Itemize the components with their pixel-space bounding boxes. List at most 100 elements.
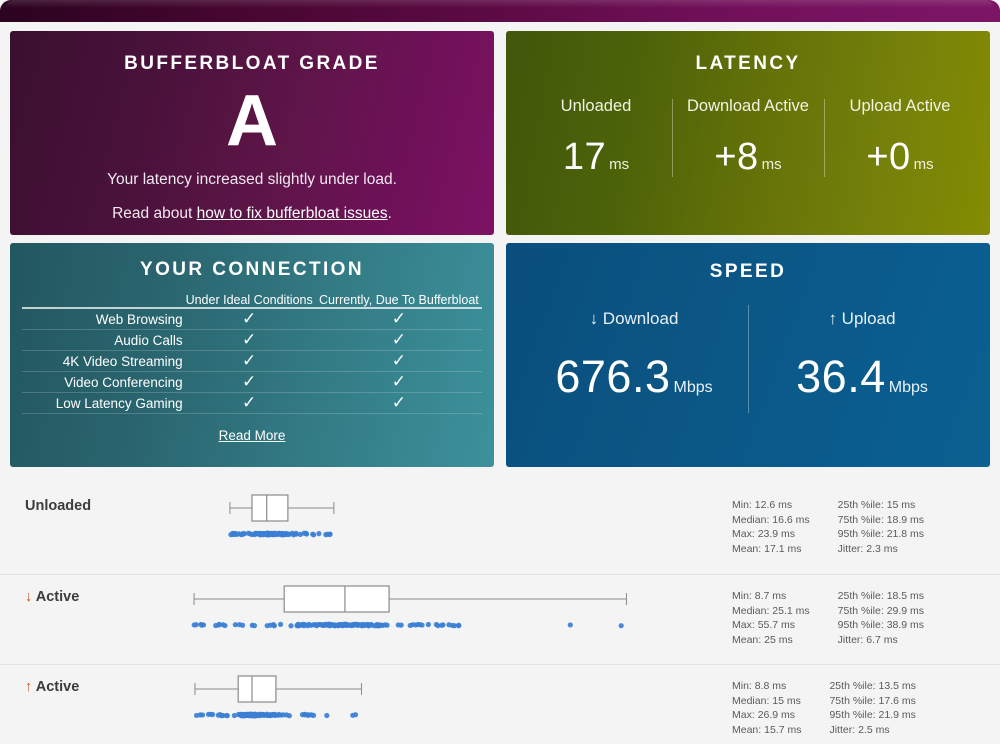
boxplot-upload-active: [110, 667, 670, 729]
row-title: Active: [35, 679, 80, 695]
stats-column-left: Min: 12.6 ms Median: 16.6 ms Max: 23.9 m…: [732, 498, 810, 556]
table-row: 4K Video Streaming ✓ ✓: [22, 351, 482, 372]
check-icon: ✓: [391, 372, 406, 391]
check-icon: ✓: [391, 393, 406, 412]
check-icon: ✓: [242, 393, 257, 412]
read-more-link[interactable]: Read More: [219, 428, 286, 443]
bufferbloat-grade-description: Your latency increased slightly under lo…: [107, 171, 397, 188]
latency-col-unloaded: Unloaded 17 ms: [520, 97, 672, 179]
boxplot-svg-unloaded: [228, 494, 335, 538]
speed-card-title: SPEED: [709, 261, 787, 282]
check-icon: ✓: [242, 309, 257, 328]
latency-row-label-upload-active: ↑ Active: [25, 679, 79, 695]
stat-p75: 75th %ile: 18.9 ms: [837, 513, 925, 526]
latency-card-title: LATENCY: [695, 53, 801, 74]
stats-column-left: Min: 8.8 ms Median: 15 ms Max: 26.9 ms M…: [732, 679, 801, 737]
check-icon: ✓: [391, 330, 406, 349]
stats-column-left: Min: 8.7 ms Median: 25.1 ms Max: 55.7 ms…: [732, 589, 810, 647]
stat-max: Max: 23.9 ms: [732, 528, 796, 540]
latency-label-unloaded: Unloaded: [560, 97, 632, 115]
row-label: Video Conferencing: [64, 374, 183, 390]
row-label: Web Browsing: [95, 311, 183, 327]
stat-p75: 75th %ile: 29.9 ms: [837, 604, 925, 617]
stat-min: Min: 12.6 ms: [732, 499, 793, 511]
stat-jitter: Jitter: 6.7 ms: [837, 633, 898, 646]
row-title: Unloaded: [25, 498, 92, 514]
boxplot-svg-download-active: [191, 585, 627, 629]
stat-max: Max: 26.9 ms: [732, 709, 796, 721]
connection-capability-table: Under Ideal Conditions Currently, Due To…: [22, 293, 482, 414]
latency-columns: Unloaded 17 ms Download Active +8 ms Uploa…: [520, 97, 976, 179]
latency-row-label-download-active: ↓ Active: [25, 589, 79, 605]
your-connection-card: YOUR CONNECTION Under Ideal Conditions C…: [10, 243, 494, 467]
check-icon: ✓: [391, 309, 406, 328]
latency-distribution-section: Unloaded Min: 12.6 ms Median: 16.6 ms Ma…: [0, 484, 1000, 744]
latency-unit-download-active: ms: [761, 156, 782, 173]
table-header-row: Under Ideal Conditions Currently, Due To…: [22, 293, 482, 309]
stat-p25: 25th %ile: 18.5 ms: [837, 590, 925, 602]
latency-value-download-active: +8 ms: [672, 136, 824, 179]
latency-value-unloaded: 17 ms: [520, 136, 672, 179]
speed-card: SPEED ↓ Download 676.3 Mbps ↑ Upload 36.4…: [506, 243, 990, 467]
stat-p25: 25th %ile: 15 ms: [837, 499, 916, 511]
latency-label-upload-active: Upload Active: [849, 97, 951, 115]
bufferbloat-grade-title: BUFFERBLOAT GRADE: [124, 53, 380, 74]
stat-median: Median: 15 ms: [732, 694, 801, 707]
latency-row-upload-active: ↑ Active Min: 8.8 ms Median: 15 ms Max: …: [0, 664, 1000, 744]
connection-table-body: Web Browsing ✓ ✓ Audio Calls ✓ ✓ 4K Vide…: [22, 308, 482, 414]
stat-median: Median: 16.6 ms: [732, 513, 810, 526]
check-icon: ✓: [242, 330, 257, 349]
stat-mean: Mean: 25 ms: [732, 633, 793, 646]
boxplot-download-active: [110, 577, 670, 639]
stat-p95: 95th %ile: 21.9 ms: [829, 709, 916, 721]
fix-bufferbloat-link[interactable]: how to fix bufferbloat issues: [197, 205, 388, 222]
speed-unit-download: Mbps: [673, 379, 713, 396]
stats-column-right: 25th %ile: 13.5 ms 75th %ile: 17.6 ms 95…: [829, 679, 915, 737]
stat-mean: Mean: 15.7 ms: [732, 723, 802, 736]
stats-column-right: 25th %ile: 15 ms 75th %ile: 18.9 ms 95th…: [838, 498, 924, 556]
check-icon: ✓: [391, 351, 406, 370]
summary-cards: BUFFERBLOAT GRADE A Your latency increas…: [10, 31, 990, 467]
latency-number-download-active: +8: [714, 136, 759, 178]
latency-unit-unloaded: ms: [609, 156, 630, 173]
stat-min: Min: 8.7 ms: [732, 590, 787, 602]
stat-p25: 25th %ile: 13.5 ms: [829, 680, 916, 692]
latency-value-upload-active: +0 ms: [824, 136, 976, 179]
speed-unit-upload: Mbps: [888, 379, 928, 396]
latency-number-unloaded: 17: [562, 136, 607, 178]
your-connection-title: YOUR CONNECTION: [140, 259, 364, 280]
window-chrome-bar: [0, 0, 1000, 22]
table-row: Web Browsing ✓ ✓: [22, 308, 482, 330]
speed-col-upload: ↑ Upload 36.4 Mbps: [748, 305, 976, 413]
stat-jitter: Jitter: 2.5 ms: [829, 723, 890, 736]
row-label: Low Latency Gaming: [55, 395, 183, 411]
table-row: Video Conferencing ✓ ✓: [22, 372, 482, 393]
speed-value-download: 676.3 Mbps: [520, 351, 748, 403]
upload-arrow-icon-label: ↑ Upload: [828, 309, 896, 328]
latency-col-upload-active: Upload Active +0 ms: [824, 97, 976, 179]
read-more-wrap: Read More: [22, 427, 482, 445]
header-blank: [22, 293, 183, 309]
stats-unloaded: Min: 12.6 ms Median: 16.6 ms Max: 23.9 m…: [732, 498, 924, 556]
header-under-ideal-conditions: Under Ideal Conditions: [182, 293, 316, 309]
chrome-bar-highlight: [6, 0, 994, 8]
read-about-prefix: Read about: [112, 205, 197, 222]
latency-row-unloaded: Unloaded Min: 12.6 ms Median: 16.6 ms Ma…: [0, 484, 1000, 574]
row-label: 4K Video Streaming: [62, 353, 183, 369]
row-label: Audio Calls: [114, 332, 183, 348]
header-currently-due-to-bufferbloat: Currently, Due To Bufferbloat: [315, 293, 482, 309]
table-row: Audio Calls ✓ ✓: [22, 330, 482, 351]
latency-label-download-active: Download Active: [687, 97, 809, 115]
stat-min: Min: 8.8 ms: [732, 680, 787, 692]
bufferbloat-results-page: BUFFERBLOAT GRADE A Your latency increas…: [0, 0, 1000, 744]
boxplot-unloaded: [110, 486, 670, 548]
bufferbloat-grade-card: BUFFERBLOAT GRADE A Your latency increas…: [10, 31, 494, 235]
stat-max: Max: 55.7 ms: [732, 619, 796, 631]
latency-unit-upload-active: ms: [913, 156, 934, 173]
speed-number-upload: 36.4: [796, 351, 886, 402]
latency-row-download-active: ↓ Active Min: 8.7 ms Median: 25.1 ms Max…: [0, 574, 1000, 664]
stats-download-active: Min: 8.7 ms Median: 25.1 ms Max: 55.7 ms…: [732, 589, 924, 647]
cards-row-top: BUFFERBLOAT GRADE A Your latency increas…: [10, 31, 990, 235]
stats-upload-active: Min: 8.8 ms Median: 15 ms Max: 26.9 ms M…: [732, 679, 916, 737]
stat-p95: 95th %ile: 21.8 ms: [837, 528, 925, 540]
